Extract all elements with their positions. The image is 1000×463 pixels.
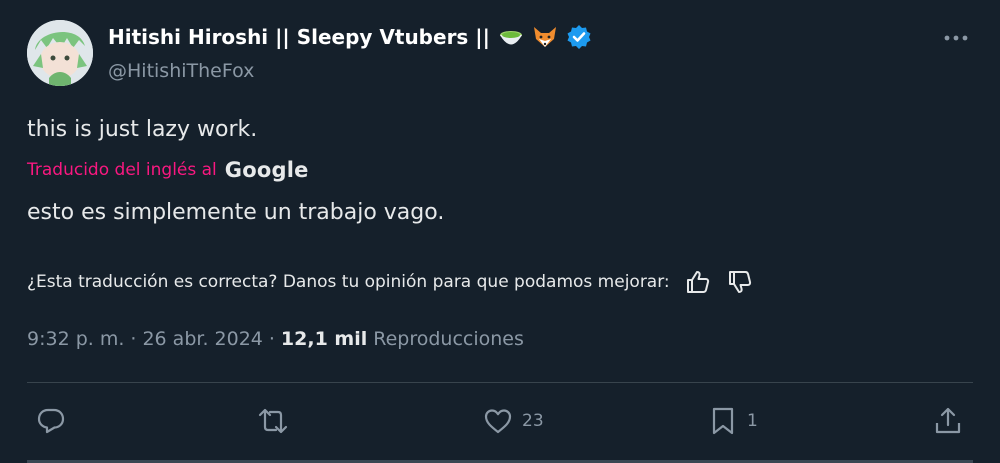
heart-icon	[484, 409, 512, 434]
meta-separator: ·	[130, 328, 137, 350]
share-icon	[935, 407, 961, 434]
views-label: Reproducciones	[373, 328, 524, 350]
bookmark-icon	[712, 407, 734, 435]
matcha-bowl-icon	[498, 24, 524, 50]
reply-button[interactable]	[35, 405, 67, 437]
tweet-date[interactable]: 26 abr. 2024	[142, 328, 262, 350]
thumbs-up-icon[interactable]	[684, 268, 712, 296]
meta-separator: ·	[268, 328, 275, 350]
translation-label[interactable]: Traducido del inglés al	[27, 160, 217, 180]
author-handle[interactable]: @HitishiTheFox	[108, 60, 254, 82]
retweet-icon	[258, 408, 288, 434]
author-name-row: Hitishi Hiroshi || Sleepy Vtubers ||	[108, 24, 592, 50]
bookmark-count: 1	[747, 411, 758, 431]
google-logo: Google	[224, 158, 309, 182]
tweet-time[interactable]: 9:32 p. m.	[27, 328, 124, 350]
action-bar: 23 1	[27, 405, 973, 445]
translated-text: esto es simplemente un trabajo vago.	[27, 200, 445, 225]
divider	[27, 382, 973, 383]
verified-icon[interactable]	[566, 24, 592, 50]
bookmark-button[interactable]: 1	[707, 405, 758, 437]
feedback-prompt: ¿Esta traducción es correcta? Danos tu o…	[27, 272, 670, 292]
tweet-meta: 9:32 p. m. · 26 abr. 2024 · 12,1 mil Rep…	[27, 328, 524, 350]
retweet-button[interactable]	[257, 405, 289, 437]
author-name[interactable]: Hitishi Hiroshi || Sleepy Vtubers ||	[108, 25, 490, 49]
tweet-card: Hitishi Hiroshi || Sleepy Vtubers || @Hi…	[0, 0, 1000, 463]
like-count: 23	[522, 411, 544, 431]
reply-icon	[37, 408, 65, 434]
translation-attribution: Traducido del inglés al Google	[27, 158, 309, 182]
fox-icon	[532, 24, 558, 50]
translation-feedback: ¿Esta traducción es correcta? Danos tu o…	[27, 268, 754, 296]
tweet-text: this is just lazy work.	[27, 117, 258, 142]
share-button[interactable]	[932, 405, 964, 437]
more-options-icon[interactable]	[942, 28, 970, 48]
views-count: 12,1 mil	[280, 328, 368, 350]
like-button[interactable]: 23	[482, 405, 544, 437]
thumbs-down-icon[interactable]	[726, 268, 754, 296]
avatar[interactable]	[27, 20, 93, 86]
